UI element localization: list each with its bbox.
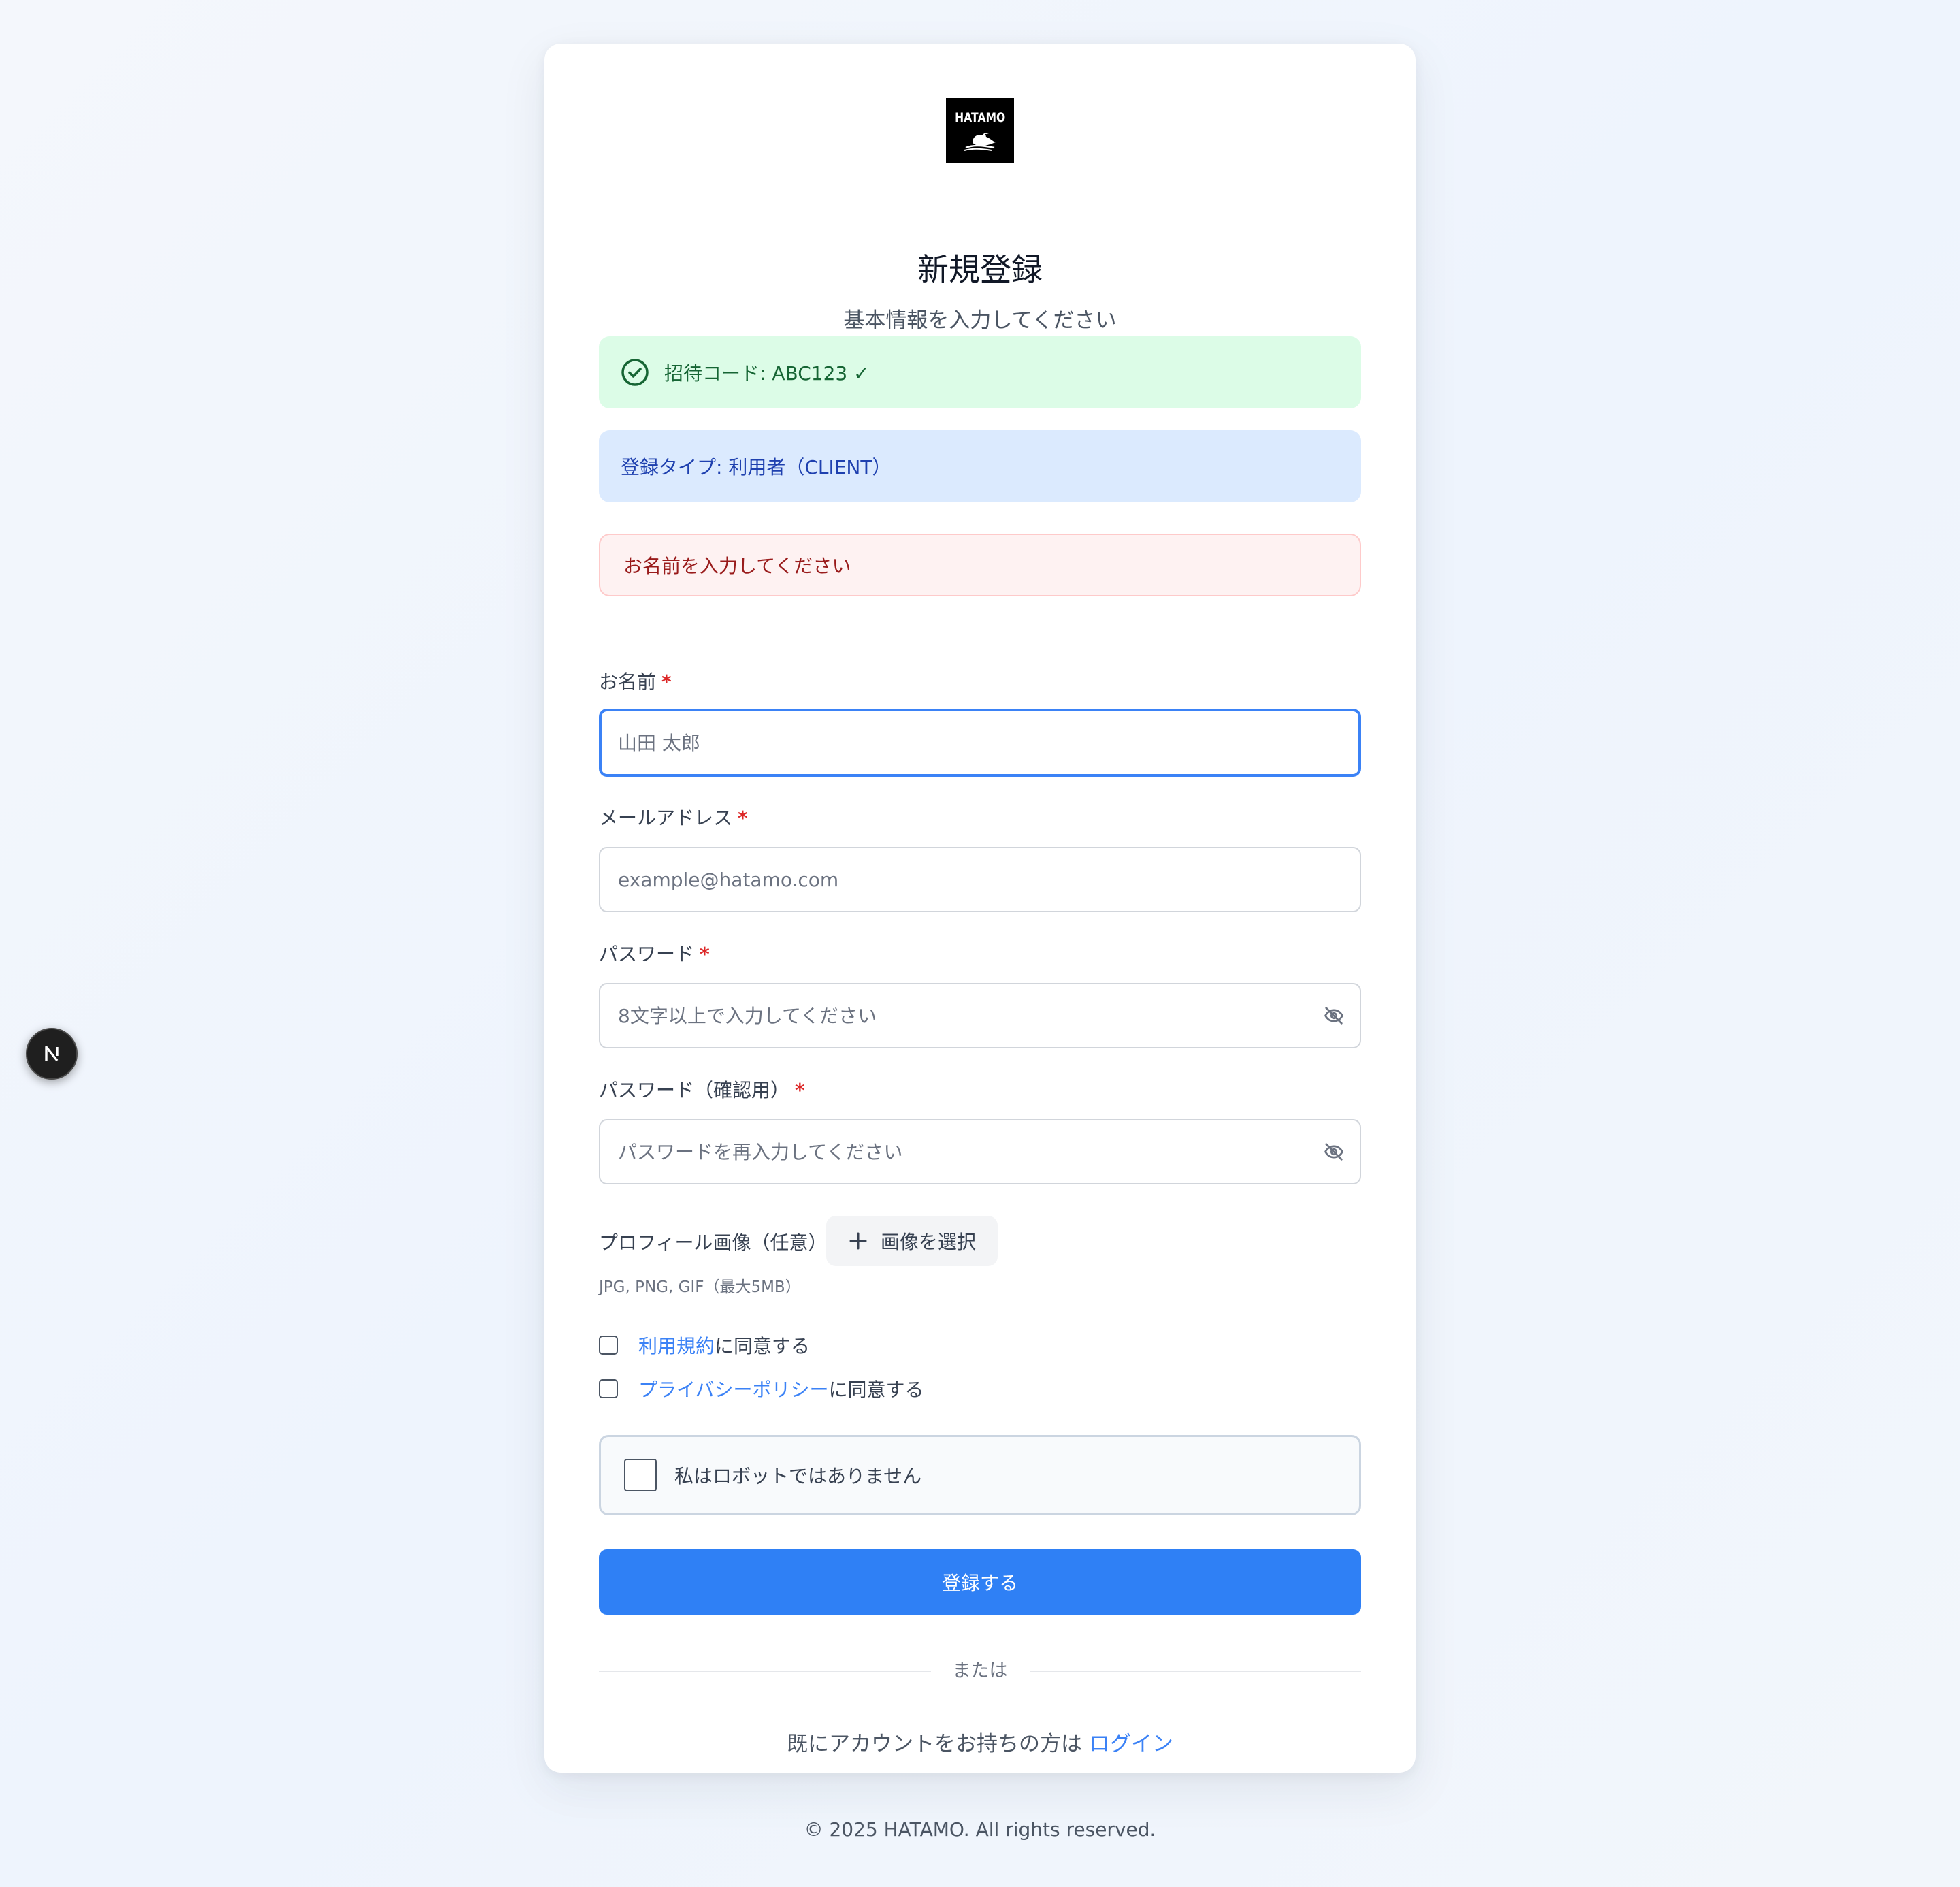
password-confirm-label-text: パスワード（確認用） — [599, 1079, 790, 1101]
name-label: お名前 * — [599, 668, 672, 696]
login-link[interactable]: ログイン — [1089, 1732, 1173, 1756]
signup-card: HATAMO 新規登録 基本情報を入力してください 招待コード: ABC123 … — [544, 44, 1416, 1773]
nextjs-dev-badge[interactable] — [26, 1028, 78, 1080]
logo-text: HATAMO — [954, 110, 1006, 125]
password-input[interactable] — [599, 983, 1361, 1048]
select-image-button-label: 画像を選択 — [881, 1231, 977, 1253]
privacy-checkbox[interactable] — [599, 1379, 618, 1398]
registration-type-banner: 登録タイプ: 利用者（CLIENT） — [599, 430, 1361, 502]
page-title: 新規登録 — [917, 251, 1043, 288]
bird-icon — [964, 133, 996, 151]
name-input[interactable] — [599, 709, 1361, 777]
captcha-label: 私はロボットではありません — [674, 1465, 922, 1487]
required-mark: * — [700, 943, 710, 965]
required-mark: * — [662, 671, 672, 693]
select-image-button[interactable]: 画像を選択 — [826, 1216, 998, 1266]
eye-off-icon — [1324, 1007, 1343, 1025]
plus-icon — [849, 1232, 867, 1250]
password-label: パスワード * — [599, 941, 710, 968]
divider-line-right — [1030, 1671, 1361, 1672]
eye-off-icon — [1324, 1143, 1343, 1161]
password-confirm-input[interactable] — [599, 1119, 1361, 1184]
invite-code-text: 招待コード: ABC123 ✓ — [664, 362, 870, 385]
register-button-label: 登録する — [941, 1572, 1018, 1594]
terms-suffix: に同意する — [715, 1335, 811, 1357]
terms-link[interactable]: 利用規約 — [638, 1332, 715, 1359]
password-label-text: パスワード — [599, 943, 695, 965]
registration-type-text: 登録タイプ: 利用者（CLIENT） — [621, 456, 892, 479]
privacy-suffix: に同意する — [828, 1378, 924, 1401]
profile-image-label: プロフィール画像（任意） — [599, 1231, 828, 1254]
check-circle-icon — [621, 359, 649, 386]
nextjs-logo-icon — [45, 1046, 59, 1062]
terms-agreement-row: 利用規約 に同意する — [599, 1330, 810, 1360]
privacy-policy-link[interactable]: プライバシーポリシー — [638, 1375, 828, 1402]
error-alert: お名前を入力してください — [599, 534, 1361, 596]
email-label: メールアドレス * — [599, 805, 748, 832]
privacy-agreement-row: プライバシーポリシー に同意する — [599, 1374, 924, 1404]
register-button[interactable]: 登録する — [599, 1549, 1361, 1615]
captcha-widget: 私はロボットではありません — [599, 1435, 1361, 1515]
login-prompt-text: 既にアカウントをお持ちの方は — [787, 1732, 1083, 1756]
captcha-checkbox[interactable] — [624, 1459, 657, 1491]
terms-checkbox[interactable] — [599, 1336, 618, 1355]
required-mark: * — [795, 1079, 805, 1101]
error-alert-text: お名前を入力してください — [623, 555, 851, 577]
image-format-help: JPG, PNG, GIF（最大5MB） — [599, 1278, 801, 1296]
name-label-text: お名前 — [599, 671, 657, 693]
hatamo-logo: HATAMO — [946, 98, 1014, 163]
email-label-text: メールアドレス — [599, 807, 733, 829]
copyright-text: © 2025 HATAMO. All rights reserved. — [804, 1818, 1156, 1841]
page-subtitle: 基本情報を入力してください — [843, 308, 1117, 333]
required-mark: * — [738, 807, 748, 829]
toggle-password-confirm-visibility-button[interactable] — [1315, 1133, 1353, 1171]
email-input[interactable] — [599, 847, 1361, 912]
toggle-password-visibility-button[interactable] — [1315, 997, 1353, 1035]
invite-code-banner: 招待コード: ABC123 ✓ — [599, 336, 1361, 408]
login-prompt: 既にアカウントをお持ちの方は ログイン — [544, 1728, 1416, 1760]
password-confirm-label: パスワード（確認用） * — [599, 1077, 805, 1104]
